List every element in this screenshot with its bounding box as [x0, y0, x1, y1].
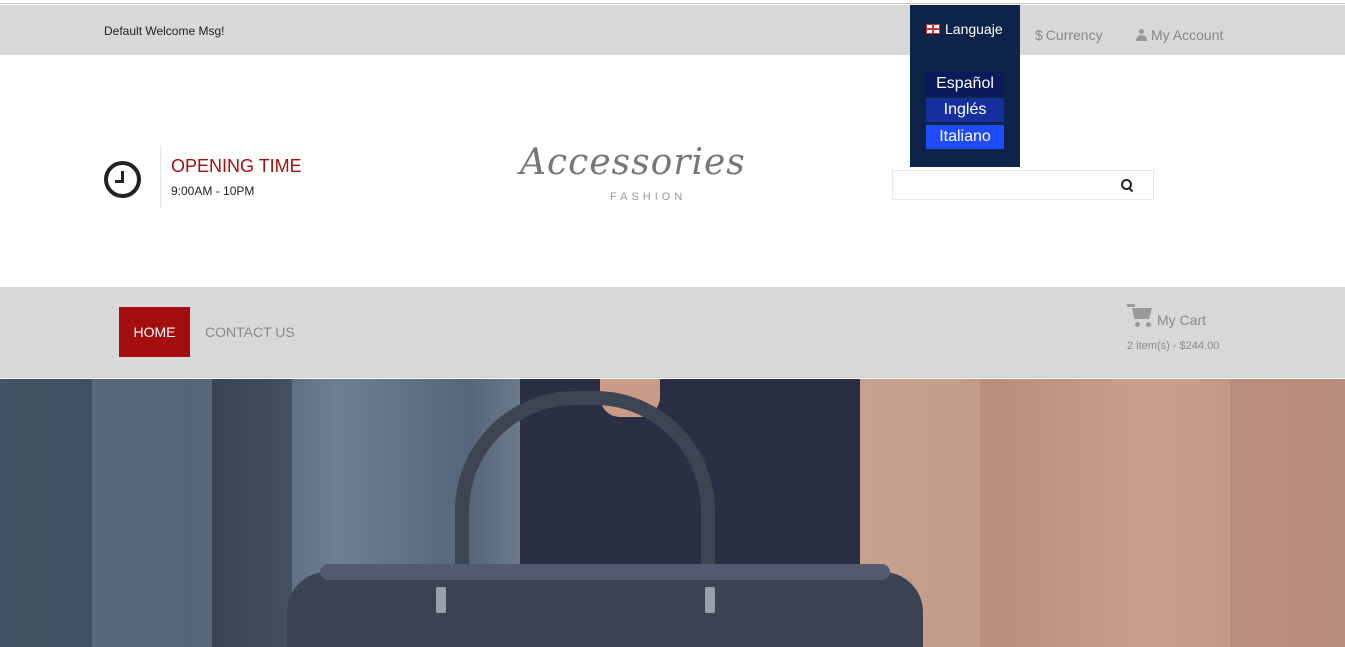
dollar-icon: $ [1035, 27, 1043, 43]
opening-hours: 9:00AM - 10PM [171, 184, 255, 198]
clock-icon [104, 161, 141, 198]
my-account-label: My Account [1151, 27, 1224, 43]
topbar: Default Welcome Msg! $ Currency My Accou… [0, 5, 1345, 55]
my-account-link[interactable]: My Account [1136, 27, 1223, 43]
language-toggle[interactable]: Languaje [926, 21, 1003, 37]
opening-time-title: OPENING TIME [171, 156, 302, 176]
logo-script: Accessories [520, 142, 746, 183]
user-icon [1136, 29, 1147, 41]
language-option-italiano[interactable]: Italiano [926, 125, 1004, 149]
language-option-ingles[interactable]: Inglés [926, 98, 1004, 122]
site-logo[interactable]: Accessories FASHION [516, 128, 748, 212]
nav-home[interactable]: HOME [119, 307, 190, 357]
language-option-espanol[interactable]: Español [926, 72, 1004, 96]
language-dropdown[interactable]: Languaje Español Inglés Italiano [910, 5, 1020, 167]
logo-subtitle: FASHION [610, 191, 687, 203]
cart-label[interactable]: My Cart [1157, 312, 1206, 328]
uk-flag-icon [926, 24, 940, 34]
search-input[interactable] [892, 170, 1154, 200]
cart-summary: 2 item(s) - $244.00 [1127, 340, 1220, 352]
top-strip [0, 0, 1345, 4]
divider [160, 146, 161, 208]
currency-switcher[interactable]: $ Currency [1035, 27, 1103, 43]
welcome-message: Default Welcome Msg! [104, 24, 225, 38]
currency-label: Currency [1045, 27, 1103, 43]
nav-contact-us[interactable]: CONTACT US [205, 324, 295, 340]
main-nav: HOME CONTACT US My Cart 2 item(s) - $244… [0, 287, 1345, 378]
language-label: Languaje [945, 21, 1003, 37]
bag-image [287, 572, 923, 647]
cart-icon[interactable] [1127, 304, 1155, 328]
hero-banner [0, 379, 1345, 647]
search-icon[interactable] [1121, 179, 1133, 191]
